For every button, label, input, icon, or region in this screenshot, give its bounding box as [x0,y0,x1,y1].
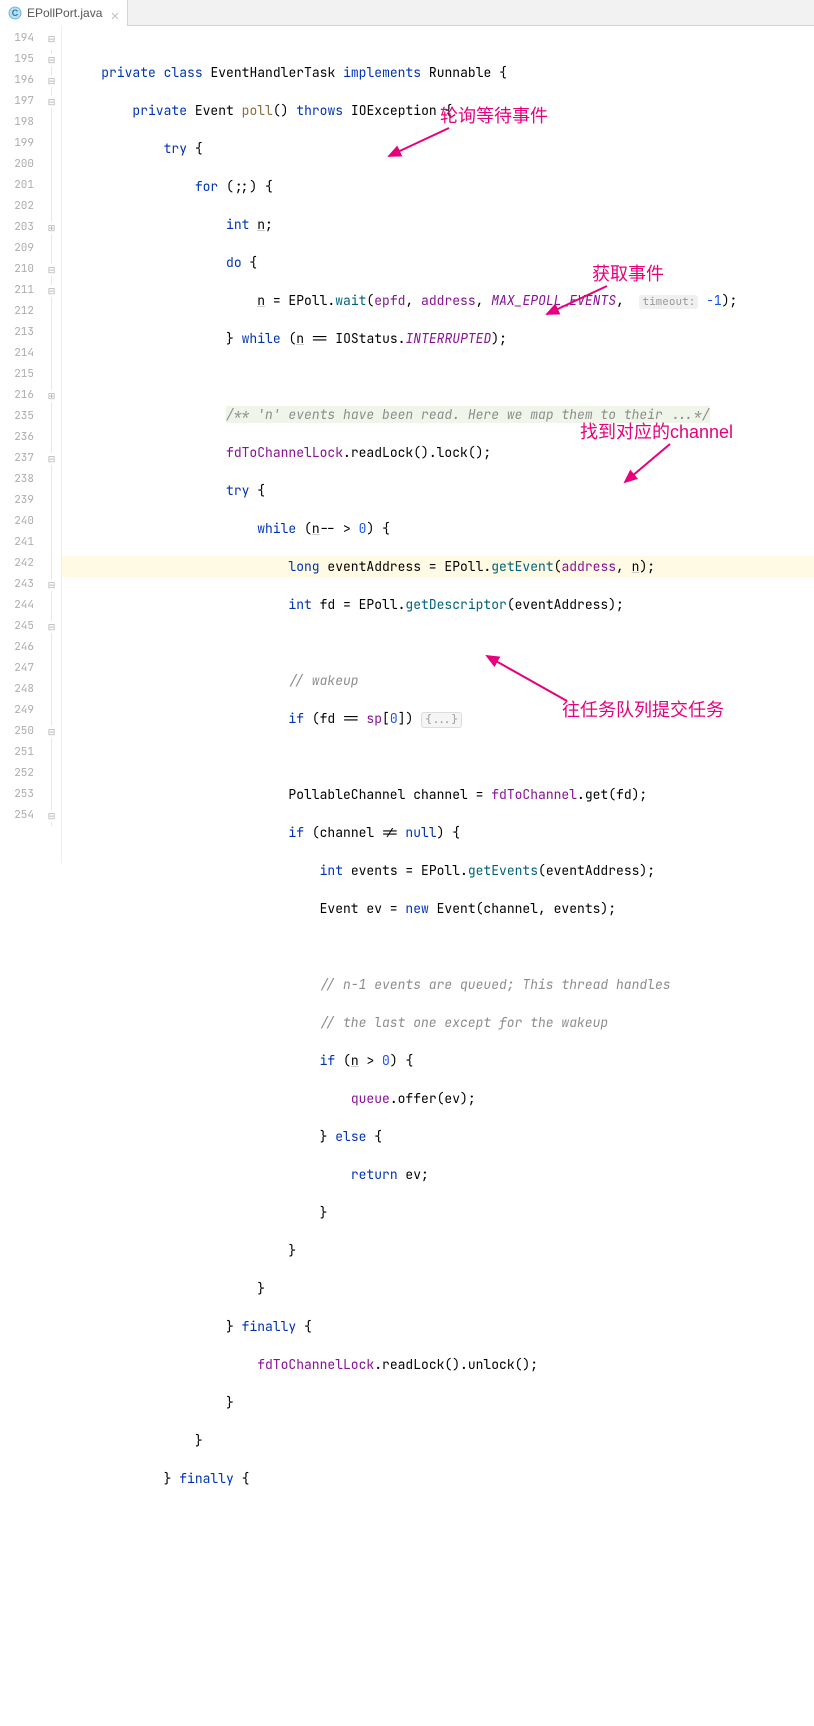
tab-bar: C EPollPort.java [0,0,814,26]
code-line: int n; [62,214,814,235]
code-line: int fd = EPoll.getDescriptor(eventAddres… [62,594,814,615]
code-line: } finally { [62,1316,814,1337]
fold-minus-icon[interactable]: ⊟ [48,75,56,87]
code-line: try { [62,138,814,159]
code-line: if (channel != null) { [62,822,814,843]
code-line: } else { [62,1126,814,1147]
code-line: int events = EPoll.getEvents(eventAddres… [62,860,814,881]
parameter-hint: timeout: [639,295,698,309]
code-line [62,366,814,387]
code-line: } [62,1202,814,1223]
code-line [62,746,814,767]
folded-javadoc[interactable]: /** 'n' events have been read. Here we m… [226,406,710,423]
code-line: fdToChannelLock.readLock().lock(); [62,442,814,463]
code-line: queue.offer(ev); [62,1088,814,1109]
code-line: } [62,1240,814,1261]
fold-minus-icon[interactable]: ⊟ [48,96,56,108]
fold-minus-icon[interactable]: ⊟ [48,726,56,738]
code-line: fdToChannelLock.readLock().unlock(); [62,1354,814,1375]
fold-gutter: ⊟ ⊟ ⊟ ⊟ ⊞ ⊟ ⊟ ⊞ ⊟ ⊟ ⊟ ⊟ ⊟ [42,26,62,863]
fold-minus-icon[interactable]: ⊟ [48,54,56,66]
fold-minus-icon[interactable]: ⊟ [48,264,56,276]
code-line [62,632,814,653]
folded-block[interactable]: {...} [421,712,462,728]
code-line: // wakeup [62,670,814,691]
code-line: } finally { [62,1468,814,1489]
fold-minus-icon[interactable]: ⊟ [48,33,56,45]
code-line: PollableChannel channel = fdToChannel.ge… [62,784,814,805]
code-line: if (n > 0) { [62,1050,814,1071]
code-line: if (fd == sp[0]) {...} [62,708,814,729]
code-line: n = EPoll.wait(epfd, address, MAX_EPOLL_… [62,290,814,311]
close-icon[interactable] [111,9,119,17]
code-line: try { [62,480,814,501]
code-line: Event ev = new Event(channel, events); [62,898,814,919]
code-line-highlighted: long eventAddress = EPoll.getEvent(addre… [62,556,814,577]
code-line: /** 'n' events have been read. Here we m… [62,404,814,425]
svg-text:C: C [12,8,19,18]
fold-plus-icon[interactable]: ⊞ [48,390,56,402]
file-tab[interactable]: C EPollPort.java [0,0,128,26]
fold-minus-icon[interactable]: ⊟ [48,621,56,633]
code-line: private class EventHandlerTask implement… [62,62,814,83]
code-area[interactable]: private class EventHandlerTask implement… [62,26,814,863]
fold-minus-icon[interactable]: ⊟ [48,810,56,822]
fold-minus-icon[interactable]: ⊟ [48,285,56,297]
tab-filename: EPollPort.java [27,6,102,20]
code-line: // n-1 events are queued; This thread ha… [62,974,814,995]
code-line: while (n-- > 0) { [62,518,814,539]
code-line: do { [62,252,814,273]
java-class-icon: C [8,6,22,20]
code-line: } [62,1392,814,1413]
code-line [62,936,814,957]
code-line: } while (n == IOStatus.INTERRUPTED); [62,328,814,349]
code-line: private Event poll() throws IOException … [62,100,814,121]
code-line: return ev; [62,1164,814,1185]
fold-minus-icon[interactable]: ⊟ [48,453,56,465]
fold-plus-icon[interactable]: ⊞ [48,222,56,234]
fold-minus-icon[interactable]: ⊟ [48,579,56,591]
code-editor[interactable]: 1941951961971981992002012022032092102112… [0,26,814,863]
code-line: // the last one except for the wakeup [62,1012,814,1033]
code-line: for (;;) { [62,176,814,197]
code-line: } [62,1430,814,1451]
line-number-gutter: 1941951961971981992002012022032092102112… [0,26,42,863]
code-line: } [62,1278,814,1299]
